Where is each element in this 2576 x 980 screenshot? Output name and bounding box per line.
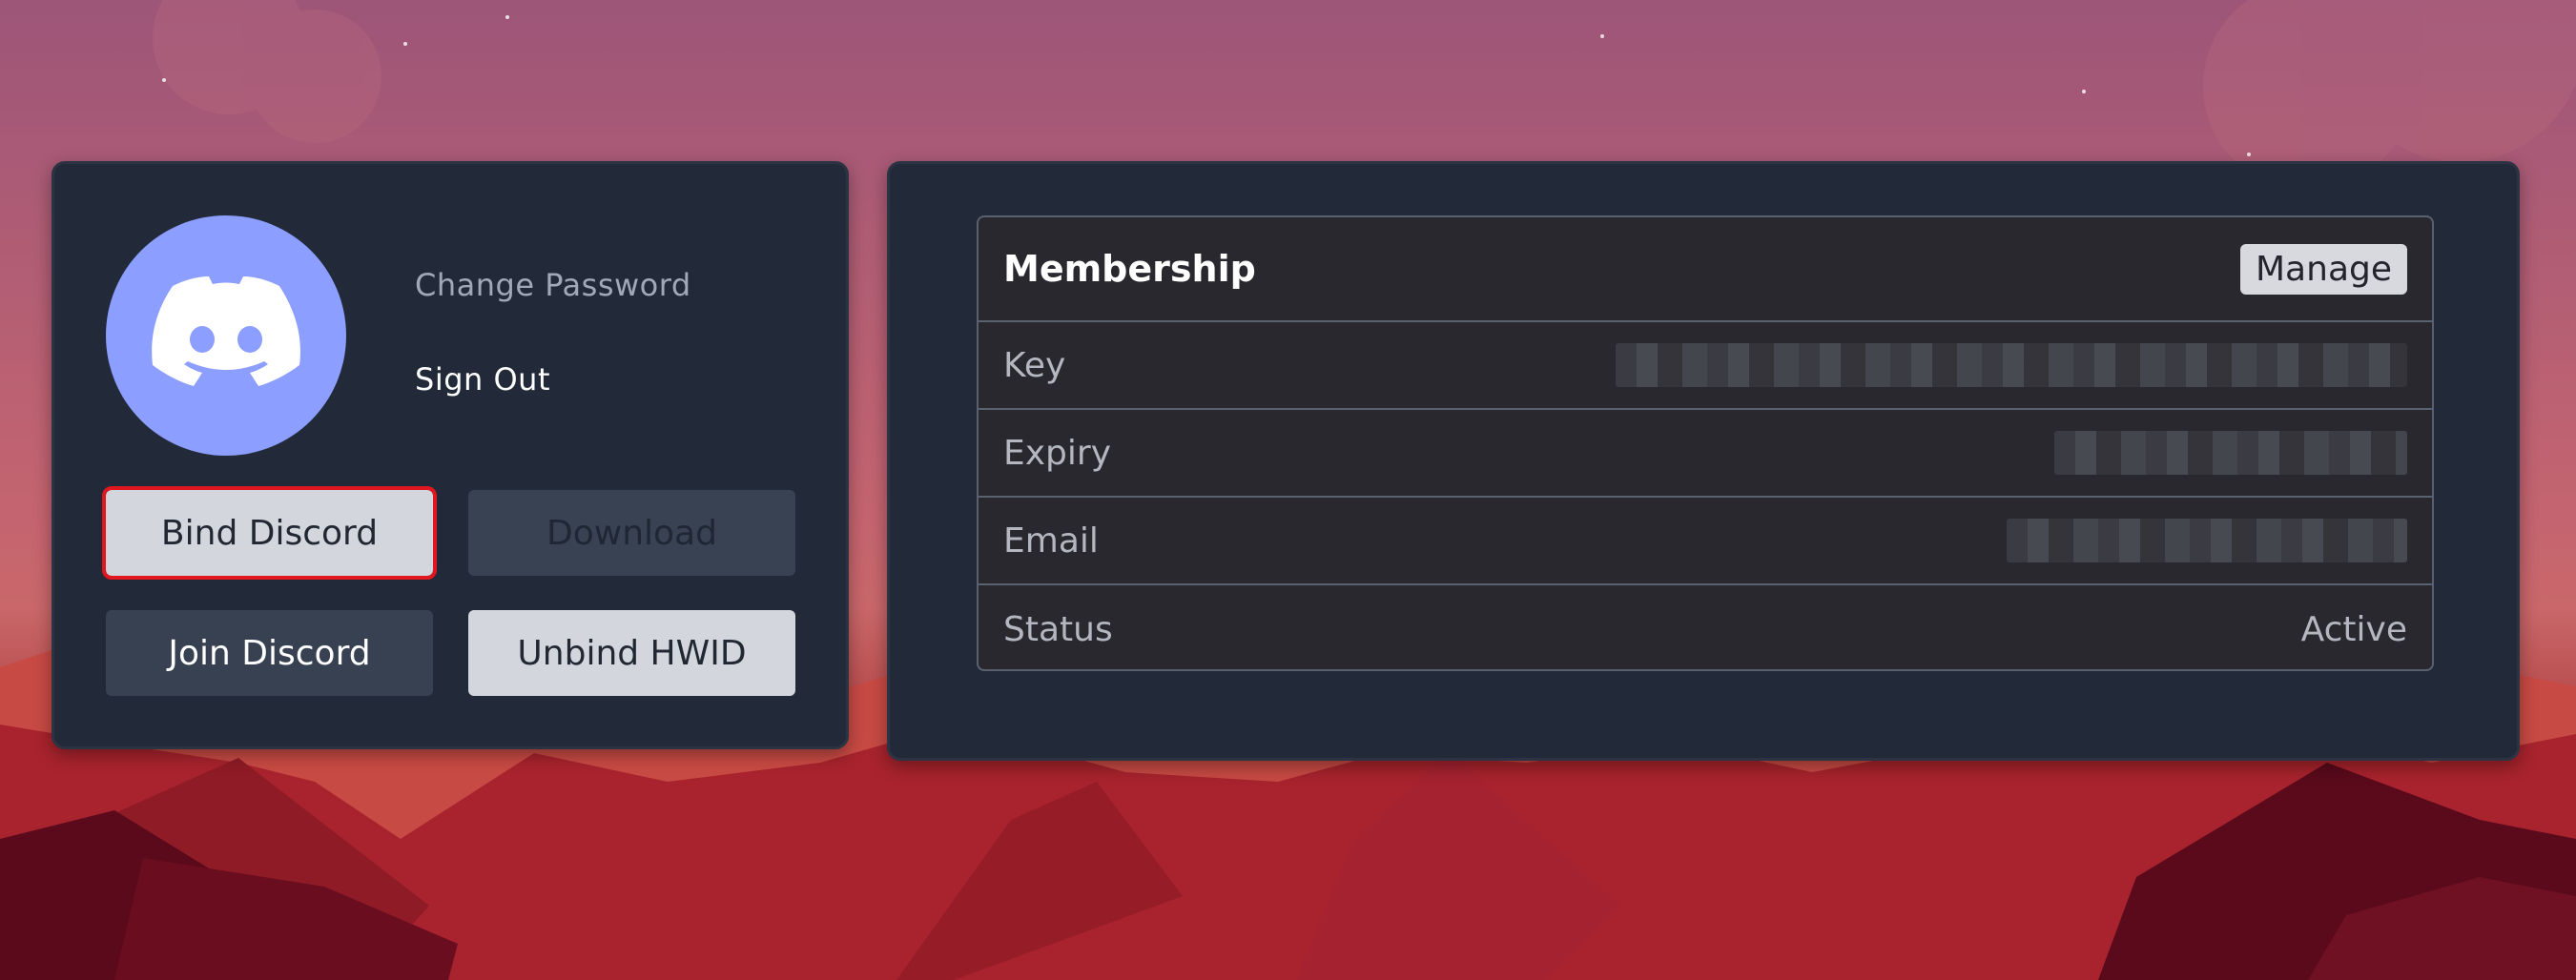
account-panel: Change Password Sign Out Bind Discord Do…: [52, 161, 849, 749]
avatar: [106, 215, 346, 456]
sign-out-link[interactable]: Sign Out: [415, 361, 550, 398]
membership-table: Membership Manage Key Expiry Email Statu…: [977, 215, 2434, 671]
table-row-expiry: Expiry: [979, 410, 2432, 498]
membership-panel: Membership Manage Key Expiry Email Statu…: [887, 161, 2520, 761]
discord-logo-icon: [152, 276, 300, 386]
table-row-email: Email: [979, 498, 2432, 585]
status-value: Active: [2300, 609, 2407, 649]
unbind-hwid-button[interactable]: Unbind HWID: [468, 610, 795, 696]
email-value-redacted: [2007, 519, 2407, 562]
manage-button[interactable]: Manage: [2240, 243, 2407, 295]
join-discord-button[interactable]: Join Discord: [106, 610, 433, 696]
membership-title: Membership: [1003, 248, 1256, 290]
table-row-status: Status Active: [979, 585, 2432, 669]
membership-header: Membership Manage: [979, 217, 2432, 322]
download-button[interactable]: Download: [468, 490, 795, 576]
row-label-key: Key: [1003, 345, 1066, 385]
table-row-key: Key: [979, 322, 2432, 410]
key-value-redacted: [1616, 343, 2407, 387]
bind-discord-button[interactable]: Bind Discord: [102, 486, 437, 580]
row-label-email: Email: [1003, 521, 1099, 561]
change-password-link[interactable]: Change Password: [415, 267, 691, 303]
expiry-value-redacted: [2054, 431, 2407, 475]
row-label-status: Status: [1003, 609, 1113, 649]
row-label-expiry: Expiry: [1003, 433, 1112, 473]
